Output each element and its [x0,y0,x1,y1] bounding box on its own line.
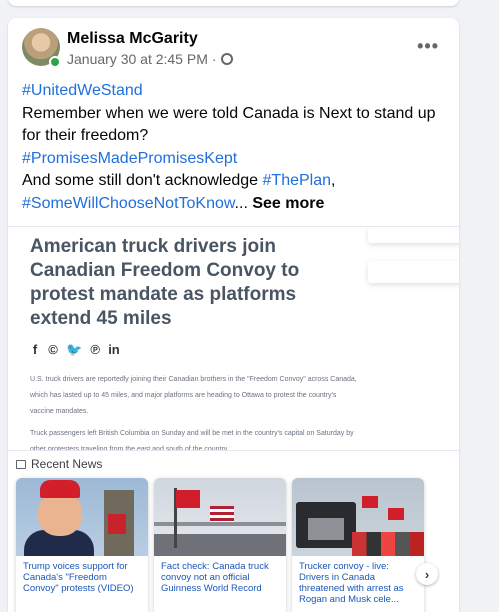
post-card: Melissa McGarity January 30 at 2:45 PM ·… [8,18,459,612]
whatsapp-icon: © [48,342,58,357]
linkedin-icon: in [108,342,120,357]
news-card[interactable]: Fact check: Canada truck convoy not an o… [154,478,286,612]
hashtag-somewillchoosenottoknow[interactable]: #SomeWillChooseNotToKnow [22,195,235,212]
more-options-button[interactable]: ••• [417,36,439,57]
author-name[interactable]: Melissa McGarity [67,30,198,48]
news-thumbnail [292,478,424,556]
recent-news-header: Recent News [16,457,102,471]
facebook-icon: f [32,342,38,357]
pinterest-icon: ℗ [90,342,100,357]
post-line: Remember when we were told Canada is Nex… [22,104,436,145]
news-card[interactable]: Trump voices support for Canada's "Freed… [16,478,148,612]
ellipsis: ... [234,194,253,212]
post-text: #UnitedWeStand Remember when we were tol… [22,80,452,215]
twitter-icon: 🐦 [66,342,83,357]
hashtag-unitedwestand[interactable]: #UnitedWeStand [22,82,143,99]
hashtag-promisesmadepromiseskept[interactable]: #PromisesMadePromisesKept [22,150,237,167]
post-line: And some still don't acknowledge [22,172,263,189]
punctuation: , [331,172,336,189]
post-meta: January 30 at 2:45 PM · [67,51,233,67]
post-header: Melissa McGarity January 30 at 2:45 PM ·… [22,28,447,72]
online-status-icon [49,56,61,68]
globe-icon [220,53,233,65]
previous-post-card [8,0,459,6]
see-more-link[interactable]: See more [252,195,324,212]
news-caption[interactable]: Fact check: Canada truck convoy not an o… [154,556,286,599]
article-share-row: f © 🐦 ℗ in [30,342,120,358]
recent-news-section: Recent News Trump voices support for Can… [8,450,459,612]
article-screenshot[interactable]: American truck drivers join Canadian Fre… [8,226,459,468]
news-thumbnail [154,478,286,556]
news-thumbnail [16,478,148,556]
recent-news-heading: Recent News [31,457,103,471]
side-panel-box [368,227,459,243]
meta-separator: · [211,51,217,67]
newspaper-icon [16,459,26,469]
side-panel-box [368,261,459,283]
article-title: American truck drivers join Canadian Fre… [30,236,300,329]
next-arrow-button[interactable]: › [416,563,438,585]
news-card[interactable]: Trucker convoy - live: Drivers in Canada… [292,478,424,612]
news-caption[interactable]: Trucker convoy - live: Drivers in Canada… [292,556,424,610]
article-paragraph: U.S. truck drivers are reportedly joinin… [30,376,357,415]
news-caption[interactable]: Trump voices support for Canada's "Freed… [16,556,148,599]
post-timestamp[interactable]: January 30 at 2:45 PM [67,51,208,67]
hashtag-theplan[interactable]: #ThePlan [263,172,332,189]
